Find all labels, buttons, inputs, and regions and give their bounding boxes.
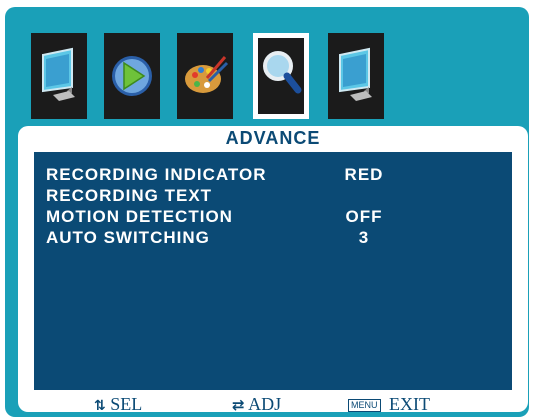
menu-key-badge: MENU [348,399,381,413]
up-down-arrow-icon: ⇅ [94,398,106,414]
screen: ADVANCE RECORDING INDICATOR RED RECORDIN… [0,0,535,420]
exit-label: EXIT [389,394,430,414]
tab-playback[interactable] [104,33,160,119]
monitor-icon [339,47,372,101]
tab-advance[interactable] [253,33,309,119]
item-auto-switching-label[interactable]: AUTO SWITCHING [46,228,210,248]
footer-adj: ⇄ ADJ [232,393,281,415]
palette-icon [185,56,229,93]
monitor-icon [42,47,75,101]
item-auto-switching-value[interactable]: 3 [334,228,394,248]
item-motion-detection-label[interactable]: MOTION DETECTION [46,207,233,227]
page-title: ADVANCE [225,128,321,148]
item-recording-text-label[interactable]: RECORDING TEXT [46,186,212,206]
play-icon [112,56,152,96]
item-motion-detection-value[interactable]: OFF [334,207,394,227]
item-recording-indicator-value[interactable]: RED [334,165,394,185]
sel-label: SEL [110,394,143,414]
adj-label: ADJ [248,394,282,414]
tab-picture[interactable] [177,33,233,119]
item-recording-indicator-label[interactable]: RECORDING INDICATOR [46,165,267,185]
tab-display[interactable] [31,33,87,119]
tab-system[interactable] [328,33,384,119]
magnifier-icon [263,51,302,94]
left-right-arrow-icon: ⇄ [232,396,245,414]
footer-exit: MENU EXIT [348,393,430,415]
footer-sel: ⇅ SEL [94,393,142,415]
